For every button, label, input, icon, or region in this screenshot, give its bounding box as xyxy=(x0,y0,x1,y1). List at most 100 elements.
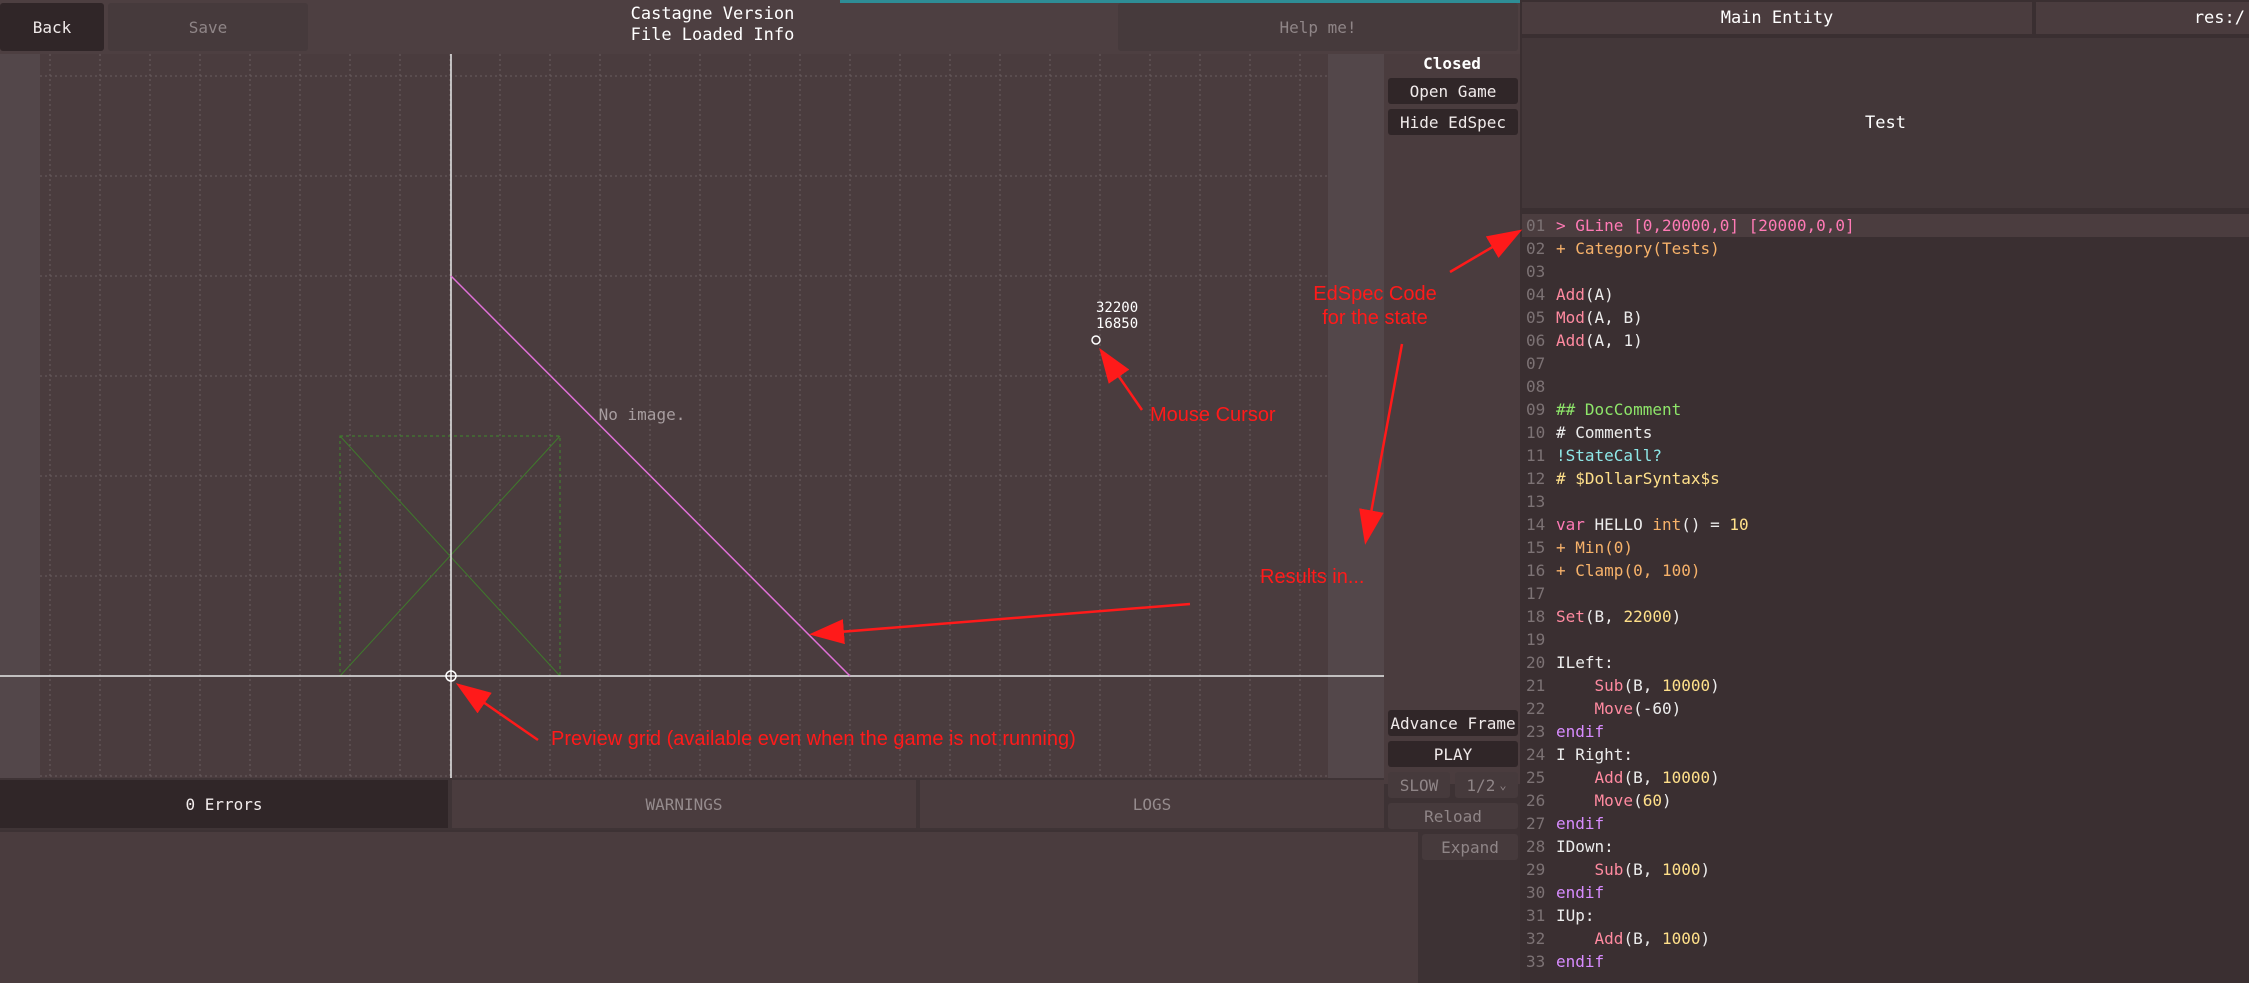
code-line[interactable]: 05 Mod(A, B) xyxy=(1522,306,2249,329)
code-token: var xyxy=(1556,515,1585,534)
code-token: 1000 xyxy=(1661,860,1701,879)
code-line[interactable]: 14 var HELLO int() = 10 xyxy=(1522,513,2249,536)
code-text: Move(60) xyxy=(1556,791,1672,810)
code-line[interactable]: 03 xyxy=(1522,260,2249,283)
code-line[interactable]: 02 + Category(Tests) xyxy=(1522,237,2249,260)
line-number: 03 xyxy=(1526,262,1546,281)
right-margin-band xyxy=(1328,54,1384,778)
line-number: 14 xyxy=(1526,515,1546,534)
code-line[interactable]: 21 Sub(B, 10000) xyxy=(1522,674,2249,697)
line-number: 24 xyxy=(1526,745,1546,764)
code-token: # $DollarSyntax$s xyxy=(1556,469,1720,488)
version-info: Castagne Version File Loaded Info xyxy=(580,4,845,46)
expand-button[interactable]: Expand xyxy=(1422,834,1518,860)
no-image-label: No image. xyxy=(599,405,686,424)
tab-resource-path[interactable]: res:/ xyxy=(2036,2,2249,34)
castagne-version-label: Castagne Version xyxy=(630,4,795,24)
code-line[interactable]: 27 endif xyxy=(1522,812,2249,835)
tab-logs[interactable]: LOGS xyxy=(920,780,1384,828)
code-token: Mod xyxy=(1556,308,1585,327)
annotation-edspec: EdSpec Code for the state xyxy=(1310,282,1440,330)
code-line[interactable]: 31 IUp: xyxy=(1522,904,2249,927)
code-line[interactable]: 17 xyxy=(1522,582,2249,605)
code-line[interactable]: 16 + Clamp(0, 100) xyxy=(1522,559,2249,582)
code-line[interactable]: 29 Sub(B, 1000) xyxy=(1522,858,2249,881)
code-line[interactable]: 20 ILeft: xyxy=(1522,651,2249,674)
open-game-button[interactable]: Open Game xyxy=(1388,78,1518,104)
code-token: ( xyxy=(1633,791,1643,810)
save-button[interactable]: Save xyxy=(108,3,308,51)
code-line[interactable]: 08 xyxy=(1522,375,2249,398)
code-line[interactable]: 09 ## DocComment xyxy=(1522,398,2249,421)
code-line[interactable]: 28 IDown: xyxy=(1522,835,2249,858)
code-token: ILeft: xyxy=(1556,653,1614,672)
tab-main-entity[interactable]: Main Entity xyxy=(1522,2,2032,34)
code-token: endif xyxy=(1556,722,1605,741)
code-line[interactable]: 15 + Min(0) xyxy=(1522,536,2249,559)
line-number: 19 xyxy=(1526,630,1546,649)
code-line[interactable]: 23 endif xyxy=(1522,720,2249,743)
help-button[interactable]: Help me! xyxy=(1118,3,1518,51)
speed-select[interactable]: 1/2 ⌄ xyxy=(1455,772,1518,798)
code-text: # $DollarSyntax$s xyxy=(1556,469,1720,488)
hide-edspec-button[interactable]: Hide EdSpec xyxy=(1388,109,1518,135)
line-number: 23 xyxy=(1526,722,1546,741)
code-line[interactable]: 25 Add(B, 10000) xyxy=(1522,766,2249,789)
code-token: endif xyxy=(1556,883,1605,902)
line-number: 01 xyxy=(1526,216,1546,235)
line-number: 04 xyxy=(1526,285,1546,304)
code-text: IDown: xyxy=(1556,837,1614,856)
annotation-mouse-cursor: Mouse Cursor xyxy=(1150,404,1276,426)
code-line[interactable]: 19 xyxy=(1522,628,2249,651)
slow-button[interactable]: SLOW xyxy=(1388,772,1450,798)
code-token: 10000 xyxy=(1661,676,1711,695)
code-text: Add(A) xyxy=(1556,285,1614,304)
line-number: 12 xyxy=(1526,469,1546,488)
code-token: (A) xyxy=(1584,285,1614,304)
code-token: Add xyxy=(1556,285,1585,304)
code-text: Set(B, 22000) xyxy=(1556,607,1681,626)
code-line[interactable]: 22 Move(-60) xyxy=(1522,697,2249,720)
code-token: ) xyxy=(1700,929,1711,948)
code-text: Add(B, 10000) xyxy=(1556,768,1720,787)
code-line[interactable]: 07 xyxy=(1522,352,2249,375)
line-number: 18 xyxy=(1526,607,1546,626)
play-button[interactable]: PLAY xyxy=(1388,741,1518,767)
code-token: Add xyxy=(1556,331,1585,350)
code-line[interactable]: 32 Add(B, 1000) xyxy=(1522,927,2249,950)
code-token: !StateCall? xyxy=(1556,446,1662,465)
advance-frame-button[interactable]: Advance Frame xyxy=(1388,710,1518,736)
edspec-code-editor[interactable]: 01 > GLine [0,20000,0] [20000,0,0] 02 + Cat… xyxy=(1522,214,2249,983)
line-number: 29 xyxy=(1526,860,1546,879)
code-line[interactable]: 01 > GLine [0,20000,0] [20000,0,0] xyxy=(1522,214,2249,237)
line-number: 06 xyxy=(1526,331,1546,350)
code-line[interactable]: 10 # Comments xyxy=(1522,421,2249,444)
code-text: + Min(0) xyxy=(1556,538,1633,557)
line-number: 32 xyxy=(1526,929,1546,948)
line-number: 21 xyxy=(1526,676,1546,695)
code-token: (B, xyxy=(1623,768,1662,787)
back-button[interactable]: Back xyxy=(0,3,104,51)
code-line[interactable]: 24 I Right: xyxy=(1522,743,2249,766)
code-text: endif xyxy=(1556,883,1604,902)
code-text: Move(-60) xyxy=(1556,699,1682,718)
code-line[interactable]: 06 Add(A, 1) xyxy=(1522,329,2249,352)
code-line[interactable]: 30 endif xyxy=(1522,881,2249,904)
speed-select-value: 1/2 xyxy=(1466,775,1496,795)
code-text: var HELLO int() = 10 xyxy=(1556,515,1749,534)
tab-errors[interactable]: 0 Errors xyxy=(0,780,448,828)
code-line[interactable]: 12 # $DollarSyntax$s xyxy=(1522,467,2249,490)
tab-warnings[interactable]: WARNINGS xyxy=(452,780,916,828)
reload-button[interactable]: Reload xyxy=(1388,803,1518,829)
code-line[interactable]: 11 !StateCall? xyxy=(1522,444,2249,467)
code-line[interactable]: 33 endif xyxy=(1522,950,2249,973)
code-line[interactable]: 13 xyxy=(1522,490,2249,513)
code-line[interactable]: 04 Add(A) xyxy=(1522,283,2249,306)
line-number: 25 xyxy=(1526,768,1546,787)
chevron-down-icon: ⌄ xyxy=(1499,778,1507,792)
code-token: (A, 1) xyxy=(1584,331,1643,350)
code-line[interactable]: 26 Move(60) xyxy=(1522,789,2249,812)
code-line[interactable]: 18 Set(B, 22000) xyxy=(1522,605,2249,628)
